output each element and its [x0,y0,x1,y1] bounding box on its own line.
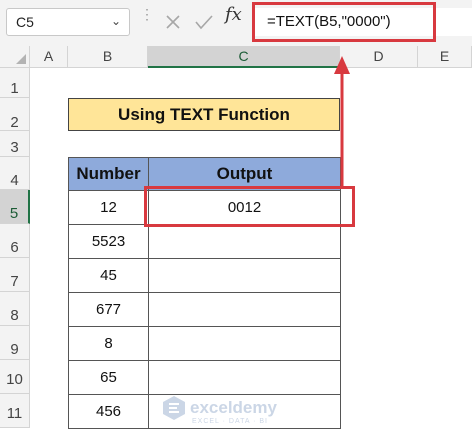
watermark-tagline: EXCEL · DATA · BI [192,418,268,425]
watermark-name: exceldemy [190,398,277,417]
watermark-logo: exceldemy EXCEL · DATA · BI [160,394,277,427]
exceldemy-logo-icon [163,396,185,420]
pointer-arrow [334,56,350,186]
